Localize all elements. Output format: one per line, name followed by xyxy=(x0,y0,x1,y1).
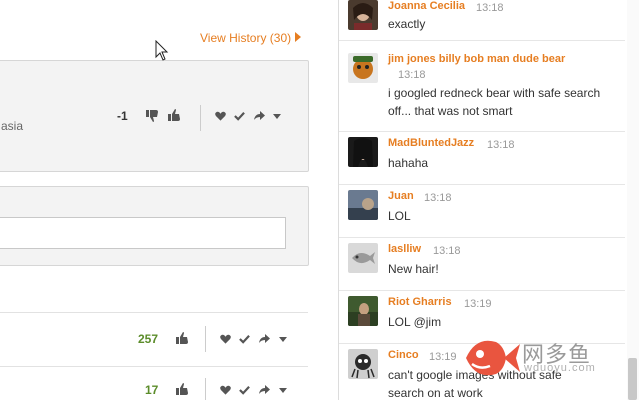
chat-scroll-thumb[interactable] xyxy=(628,358,637,400)
thumbs-up-icon[interactable] xyxy=(167,108,181,122)
chat-text: New hair! xyxy=(388,262,439,276)
avatar[interactable] xyxy=(348,53,378,83)
chat-text: hahaha xyxy=(388,156,429,170)
view-history-link[interactable]: View History (30) xyxy=(200,31,302,45)
reply-box xyxy=(0,186,309,266)
thumbs-up-icon[interactable] xyxy=(175,331,189,345)
watermark-subtext: wduoyu.com xyxy=(524,362,596,374)
chat-timestamp: 13:18 xyxy=(398,69,426,81)
divider xyxy=(205,326,206,352)
chat-timestamp: 13:19 xyxy=(464,298,492,310)
divider xyxy=(200,105,201,131)
comments-panel: View History (30) asia -1 257 17 xyxy=(0,0,338,400)
check-icon[interactable] xyxy=(239,385,250,395)
check-icon[interactable] xyxy=(234,111,245,121)
play-triangle-icon xyxy=(295,32,302,42)
heart-icon[interactable] xyxy=(215,111,226,121)
chat-message: Juan 13:18 LOL xyxy=(339,184,625,238)
chat-timestamp: 13:18 xyxy=(424,192,452,204)
like-count: 257 xyxy=(138,332,159,346)
avatar[interactable] xyxy=(348,243,378,273)
chevron-down-icon[interactable] xyxy=(279,388,287,393)
divider xyxy=(205,378,206,400)
chat-timestamp: 13:19 xyxy=(429,351,457,363)
chat-username[interactable]: Riot Gharris xyxy=(388,296,452,308)
chat-username[interactable]: Juan xyxy=(388,190,414,202)
like-count: 17 xyxy=(145,383,159,397)
thumbs-down-icon[interactable] xyxy=(145,109,159,123)
chat-username[interactable]: laslliw xyxy=(388,243,421,255)
fish-logo-icon xyxy=(466,340,520,376)
chat-text: exactly xyxy=(388,17,426,31)
avatar[interactable] xyxy=(348,137,378,167)
heart-icon[interactable] xyxy=(220,334,231,344)
vote-count: -1 xyxy=(117,109,128,123)
avatar[interactable] xyxy=(348,190,378,220)
chat-timestamp: 13:18 xyxy=(433,245,461,257)
reply-input[interactable] xyxy=(0,217,286,249)
view-history-label: View History (30) xyxy=(200,31,292,45)
chat-username[interactable]: MadBluntedJazz xyxy=(388,137,474,149)
avatar[interactable] xyxy=(348,349,378,379)
chat-message: laslliw 13:18 New hair! xyxy=(339,237,625,291)
avatar[interactable] xyxy=(348,0,378,30)
chat-text: i googled redneck bear with safe search … xyxy=(388,86,601,118)
share-arrow-icon[interactable] xyxy=(253,111,265,121)
avatar[interactable] xyxy=(348,296,378,326)
chat-username[interactable]: jim jones billy bob man dude bear xyxy=(388,53,565,65)
share-arrow-icon[interactable] xyxy=(258,385,270,395)
thumbs-up-icon[interactable] xyxy=(175,382,189,396)
heart-icon[interactable] xyxy=(220,385,231,395)
comment-card: asia -1 xyxy=(0,60,309,172)
chat-username[interactable]: Joanna Cecilia xyxy=(388,0,465,12)
divider xyxy=(0,312,308,313)
comment-author-fragment: asia xyxy=(1,119,24,133)
chevron-down-icon[interactable] xyxy=(273,114,281,119)
chat-timestamp: 13:18 xyxy=(487,139,515,151)
divider xyxy=(0,366,308,367)
chat-text: LOL @jim xyxy=(388,315,442,329)
share-arrow-icon[interactable] xyxy=(258,334,270,344)
chat-message: Joanna Cecilia 13:18 exactly xyxy=(339,0,625,41)
chat-message: MadBluntedJazz 13:18 hahaha xyxy=(339,131,625,185)
check-icon[interactable] xyxy=(239,334,250,344)
chat-timestamp: 13:18 xyxy=(476,2,504,14)
chat-message: jim jones billy bob man dude bear 13:18 … xyxy=(339,40,625,132)
mouse-pointer-icon xyxy=(155,40,169,61)
chevron-down-icon[interactable] xyxy=(279,337,287,342)
chat-username[interactable]: Cinco xyxy=(388,349,419,361)
chat-scrollbar[interactable] xyxy=(627,0,639,400)
chat-text: LOL xyxy=(388,209,411,223)
